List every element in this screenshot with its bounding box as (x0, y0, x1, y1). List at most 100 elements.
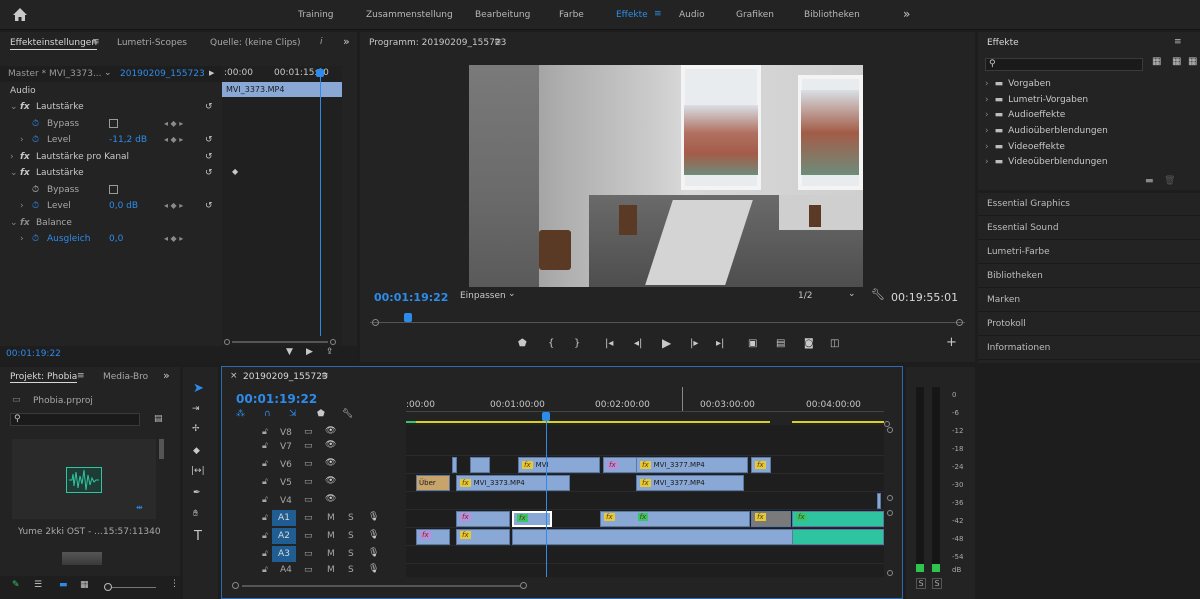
zoom-slider[interactable] (104, 583, 156, 591)
audio-clip[interactable]: fx (456, 529, 510, 545)
folder-audioeffekte[interactable]: › ▬ Audioeffekte (978, 107, 1065, 122)
mini-playhead[interactable] (320, 68, 321, 336)
audio-clip[interactable]: fx (456, 511, 510, 527)
track-select-tool-icon[interactable]: ⇥ (192, 404, 200, 414)
solo-button[interactable]: S (348, 531, 354, 541)
source-patch[interactable]: A2 (272, 528, 296, 544)
sync-icon[interactable]: ▭ (304, 513, 313, 523)
keyframe-nav-icon[interactable]: ◂ ◆ ▸ (164, 234, 183, 243)
section-bibliotheken[interactable]: Bibliotheken (978, 265, 1200, 288)
sync-icon[interactable]: ▭ (304, 441, 313, 451)
folder-videoeffekte[interactable]: › ▬ Videoeffekte (978, 139, 1065, 154)
section-marken[interactable]: Marken (978, 289, 1200, 312)
new-bin-icon[interactable]: ▬ (1145, 176, 1154, 186)
reset-icon[interactable]: ↺ (205, 102, 213, 112)
reset-icon[interactable]: ↺ (205, 201, 213, 211)
stopwatch-icon[interactable]: ⏱ (32, 201, 39, 211)
mini-playhead-handle[interactable] (316, 69, 324, 77)
fx-icon[interactable]: fx (20, 218, 30, 228)
section-essential-sound[interactable]: Essential Sound (978, 217, 1200, 240)
project-scrollbar[interactable] (159, 439, 164, 459)
clip[interactable] (877, 493, 881, 509)
clip-v5a[interactable]: fx MVI_3373.MP4 (456, 475, 570, 491)
audio-clip[interactable]: fx fx (600, 511, 750, 527)
project-item-thumb-2[interactable] (62, 552, 102, 565)
ripple-edit-tool-icon[interactable]: ✢ (192, 424, 200, 434)
microphone-icon[interactable]: 🎙︎ (368, 564, 379, 574)
clip-v6b[interactable]: fx MVI_3377.MP4 (636, 457, 748, 473)
project-item-name[interactable]: Yume 2kki OST - ... (18, 527, 103, 537)
ws-zusammenstellung[interactable]: Zusammenstellung (366, 10, 453, 20)
timeline-timecode[interactable]: 00:01:19:22 (236, 392, 317, 406)
tab-quelle[interactable]: Quelle: (keine Clips) (210, 38, 301, 48)
timeline-hscroll[interactable] (232, 581, 532, 591)
sync-icon[interactable]: ▭ (304, 427, 313, 437)
keyframe-icon[interactable]: ◆ (232, 167, 238, 176)
pen-tool-icon[interactable]: ✒ (193, 488, 201, 498)
clip-v5b[interactable]: fx MVI_3377.MP4 (636, 475, 744, 491)
reset-icon[interactable]: ↺ (205, 135, 213, 145)
work-area-bar[interactable] (406, 421, 770, 423)
sync-icon[interactable]: ▭ (304, 549, 313, 559)
eye-icon[interactable]: 👁︎ (325, 440, 336, 450)
clip[interactable]: fx (751, 457, 771, 473)
folder-vorgaben[interactable]: › ▬ Vorgaben (978, 76, 1051, 91)
sync-icon[interactable]: ▭ (304, 531, 313, 541)
lock-icon[interactable]: 🔓︎ (262, 531, 268, 541)
folder-audiouberblendungen[interactable]: › ▬ Audioüberblendungen (978, 123, 1108, 138)
mini-scrollbar[interactable] (222, 338, 342, 346)
effect-row-lautstarke-pro-kanal[interactable]: › fx Lautstärke pro Kanal ↺ (0, 149, 222, 165)
mark-in-icon[interactable]: { (548, 338, 554, 349)
mute-button[interactable]: M (327, 531, 335, 541)
fx-icon[interactable]: fx (20, 102, 30, 112)
microphone-icon[interactable]: 🎙︎ (368, 512, 379, 522)
lock-icon[interactable]: 🔓︎ (262, 513, 268, 523)
eye-icon[interactable]: 👁︎ (325, 494, 336, 504)
preset-bin-icon[interactable]: ▦ (1152, 56, 1161, 67)
mini-clip[interactable]: MVI_3373.MP4 (222, 82, 342, 97)
panel-menu-icon[interactable]: ≡ (77, 371, 85, 381)
lift-icon[interactable]: ▣ (748, 338, 757, 349)
lock-icon[interactable]: 🔓︎ (262, 459, 268, 469)
effect-row-lautstarke-2[interactable]: ⌄ fx Lautstärke ↺ (0, 165, 222, 181)
close-icon[interactable]: × (230, 371, 238, 381)
more-icon[interactable]: » (163, 369, 170, 382)
audio-clip-music[interactable]: fx (792, 511, 884, 527)
lock-icon[interactable]: 🔓︎ (262, 477, 268, 487)
reset-icon[interactable]: ↺ (205, 152, 213, 162)
ws-bibliotheken[interactable]: Bibliotheken (804, 10, 860, 20)
mute-button[interactable]: M (327, 513, 335, 523)
tab-projekt[interactable]: Projekt: Phobia (10, 372, 78, 383)
stopwatch-icon[interactable]: ⏱ (32, 234, 39, 244)
export-icon[interactable]: ⇪ (326, 347, 334, 357)
stopwatch-icon[interactable]: ⏱ (32, 185, 39, 195)
panel-options-icon[interactable]: ⋮ (170, 579, 179, 589)
folder-videouberblendungen[interactable]: › ▬ Videoüberblendungen (978, 154, 1108, 169)
home-icon[interactable] (12, 7, 28, 23)
eye-icon[interactable]: 👁︎ (325, 426, 336, 436)
microphone-icon[interactable]: 🎙︎ (368, 530, 379, 540)
step-forward-icon[interactable]: |▸ (690, 338, 698, 349)
master-clip-label[interactable]: Master * MVI_3373... (8, 69, 102, 79)
ws-bearbeitung[interactable]: Bearbeitung (475, 10, 530, 20)
program-timecode[interactable]: 00:01:19:22 (374, 291, 448, 304)
project-search[interactable]: ⚲ (10, 413, 140, 426)
source-patch[interactable]: A3 (272, 546, 296, 562)
ws-effekte[interactable]: Effekte (616, 10, 648, 20)
keyframe-nav-icon[interactable]: ◂ ◆ ▸ (164, 201, 183, 210)
ws-audio[interactable]: Audio (679, 10, 705, 20)
section-lumetri-farbe[interactable]: Lumetri-Farbe (978, 241, 1200, 264)
panel-menu-icon[interactable]: ≡ (92, 37, 100, 47)
linked-select-icon[interactable]: ⇲ (289, 409, 297, 419)
go-to-out-icon[interactable]: ▸| (716, 338, 724, 349)
section-essential-graphics[interactable]: Essential Graphics (978, 193, 1200, 216)
ws-more-icon[interactable]: » (903, 7, 910, 21)
yuv-bin-icon[interactable]: ▦ (1188, 56, 1197, 67)
lock-icon[interactable]: 🔓︎ (262, 441, 268, 451)
new-bin-icon[interactable]: ▤ (154, 414, 163, 424)
clip[interactable]: fx (603, 457, 639, 473)
keyframe-nav-icon[interactable]: ◂ ◆ ▸ (164, 119, 183, 128)
bypass-checkbox[interactable] (109, 185, 118, 194)
add-marker-icon[interactable]: ⬟ (317, 409, 325, 419)
ws-grafiken[interactable]: Grafiken (736, 10, 774, 20)
